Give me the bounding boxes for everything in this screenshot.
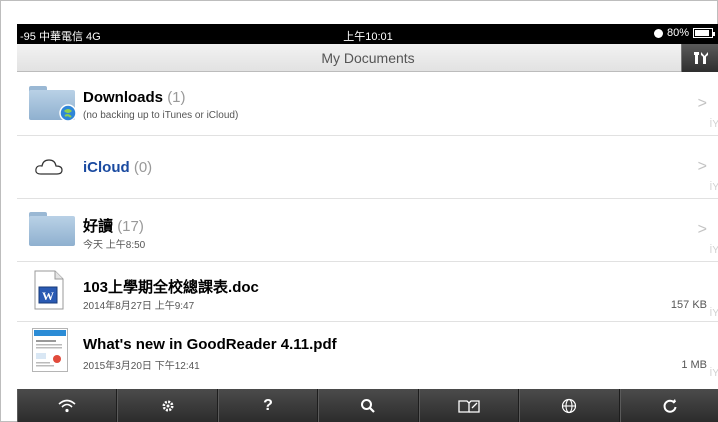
tools-button[interactable] bbox=[681, 44, 718, 72]
refresh-button[interactable] bbox=[619, 389, 718, 422]
settings-button[interactable] bbox=[117, 389, 218, 422]
item-subtitle: 今天 上午8:50 bbox=[83, 240, 146, 251]
alarm-icon bbox=[653, 28, 663, 38]
navigation-bar: My Documents bbox=[17, 44, 718, 72]
chevron-right-icon: > bbox=[697, 95, 707, 112]
bottom-toolbar: ? bbox=[17, 389, 718, 422]
page-title: My Documents bbox=[321, 50, 415, 66]
search-button[interactable] bbox=[318, 389, 419, 422]
word-doc-icon: W bbox=[34, 270, 64, 310]
web-button[interactable] bbox=[519, 389, 620, 422]
pdf-thumbnail-icon bbox=[32, 328, 68, 372]
downloads-folder-icon bbox=[29, 86, 77, 122]
status-time: 上午10:01 bbox=[343, 31, 393, 43]
cloud-icon bbox=[35, 159, 63, 175]
gear-icon bbox=[162, 400, 174, 412]
search-icon bbox=[361, 399, 376, 413]
item-name: iCloud bbox=[83, 159, 130, 176]
svg-text:W: W bbox=[42, 289, 54, 303]
folder-icon bbox=[29, 212, 75, 246]
list-item-icloud[interactable]: iCloud (0) > İY bbox=[17, 136, 718, 199]
wifi-button[interactable] bbox=[17, 389, 118, 422]
wifi-icon bbox=[58, 399, 76, 413]
item-count: (0) bbox=[133, 159, 153, 176]
item-name: What's new in GoodReader 4.11.pdf bbox=[83, 336, 337, 353]
item-name: Downloads bbox=[83, 89, 164, 106]
list-item-doc[interactable]: W 103上學期全校總課表.doc 2014年8月27日 上午9:47 157 … bbox=[17, 262, 718, 322]
list-item-folder[interactable]: 好讀 (17) 今天 上午8:50 > İY bbox=[17, 199, 718, 262]
file-size: 157 KB bbox=[670, 299, 707, 311]
list-item-pdf[interactable]: What's new in GoodReader 4.11.pdf 2015年3… bbox=[17, 322, 718, 379]
item-name: 好讀 bbox=[83, 218, 114, 235]
status-right: 80% bbox=[653, 27, 715, 39]
tools-mark-icon: İY bbox=[709, 182, 718, 193]
web-icon bbox=[562, 398, 577, 414]
item-name: 103上學期全校總課表.doc bbox=[83, 279, 259, 296]
screenshot-frame: -95 中華電信 4G 上午10:01 80% My Documents Dow… bbox=[0, 0, 718, 422]
chevron-right-icon: > bbox=[697, 221, 707, 238]
tools-icon bbox=[693, 52, 708, 64]
item-subtitle: 2014年8月27日 上午9:47 bbox=[83, 301, 195, 312]
tools-mark-icon: İY bbox=[709, 119, 718, 130]
reader-button[interactable] bbox=[418, 389, 520, 422]
tools-mark-icon: İY bbox=[709, 368, 718, 379]
item-subtitle: (no backing up to iTunes or iCloud) bbox=[83, 110, 239, 121]
tools-mark-icon: İY bbox=[709, 308, 718, 319]
tools-mark-icon: İY bbox=[709, 245, 718, 256]
documents-list: Downloads (1) (no backing up to iTunes o… bbox=[17, 73, 718, 379]
item-subtitle: 2015年3月20日 下午12:41 bbox=[83, 361, 200, 372]
file-size: 1 MB bbox=[681, 359, 707, 371]
ipad-screen: -95 中華電信 4G 上午10:01 80% My Documents Dow… bbox=[17, 24, 718, 422]
list-item-downloads[interactable]: Downloads (1) (no backing up to iTunes o… bbox=[17, 73, 718, 136]
refresh-icon bbox=[663, 399, 677, 413]
item-count: (1) bbox=[167, 89, 186, 106]
help-icon: ? bbox=[263, 397, 273, 414]
reader-icon bbox=[458, 400, 480, 413]
battery-icon bbox=[693, 28, 715, 38]
chevron-right-icon: > bbox=[697, 158, 707, 175]
help-button[interactable]: ? bbox=[217, 389, 319, 422]
status-bar: -95 中華電信 4G 上午10:01 80% bbox=[17, 24, 718, 44]
battery-percent: 80% bbox=[666, 27, 689, 39]
item-count: (17) bbox=[117, 218, 144, 235]
